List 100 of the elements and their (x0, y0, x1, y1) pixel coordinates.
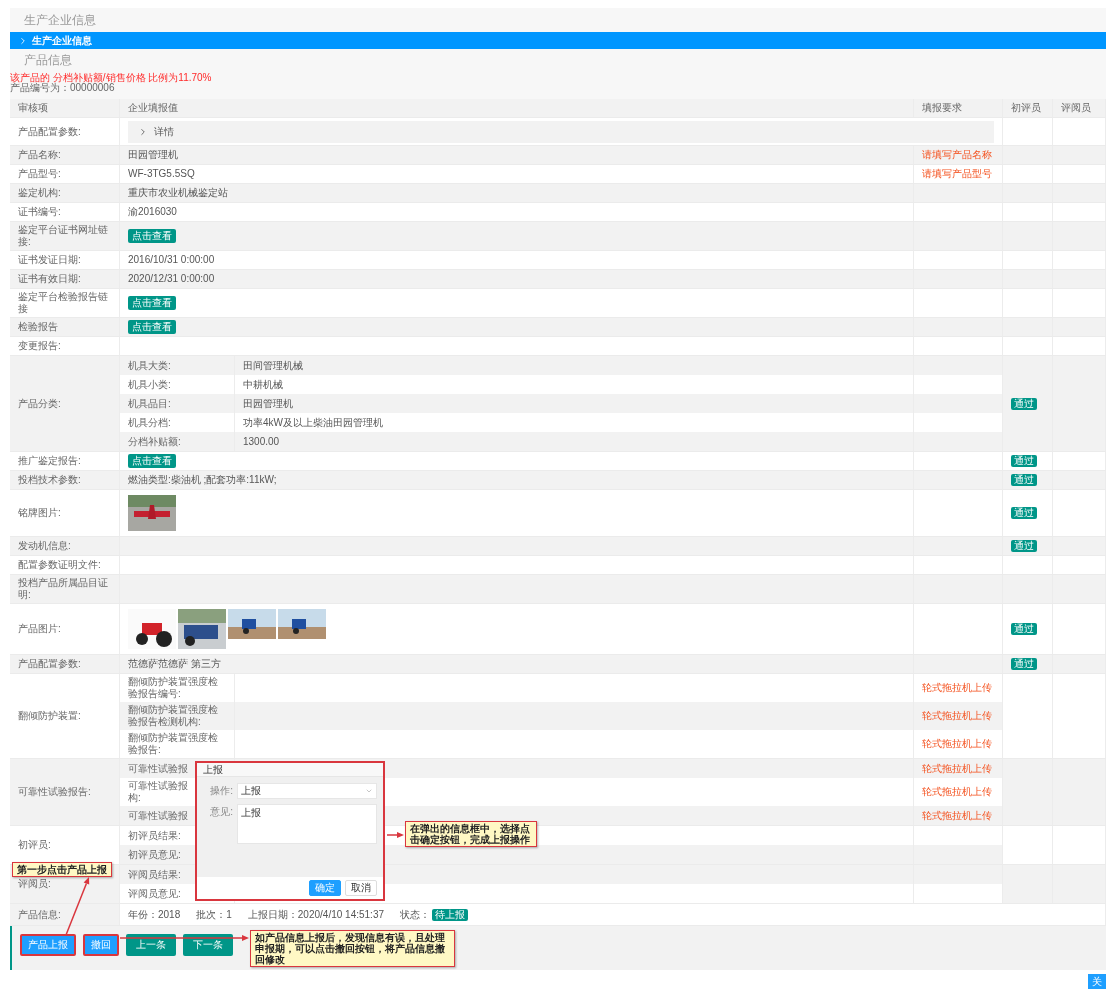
row-label: 产品图片: (18, 623, 61, 635)
field-value: 田园管理机 (243, 397, 293, 410)
sub-label: 翻倾防护装置强度检验报告编号: (128, 676, 219, 700)
sub-label: 翻倾防护装置强度检验报告检测机构: (128, 704, 219, 728)
requirement-text: 轮式拖拉机上传 (922, 809, 992, 822)
row-label: 鉴定平台检验报告链接 (18, 291, 109, 315)
section-header[interactable]: 生产企业信息 (10, 32, 1106, 49)
callout-arrow (386, 832, 404, 838)
sub-label: 初评员意见: (128, 848, 181, 861)
status-badge: 待上报 (432, 908, 468, 921)
photo-placeholder (128, 495, 176, 531)
callout-note: 第一步点击产品上报 (12, 862, 112, 877)
sub-label: 可靠性试验报 (128, 780, 188, 792)
row-label: 变更报告: (18, 340, 61, 352)
sub-label: 评阅员结果: (128, 868, 181, 881)
row-label: 鉴定平台证书网址链接: (18, 224, 109, 248)
column-header: 填报要求 (922, 102, 962, 114)
photo-placeholder (228, 609, 276, 639)
status-badge: 通过 (1011, 455, 1037, 467)
row-label: 评阅员: (18, 878, 51, 890)
field-value: 燃油类型:柴油机 ;配套功率:11kW; (128, 474, 277, 486)
view-link-button[interactable]: 点击查看 (128, 320, 176, 334)
dialog-button[interactable]: 确定 (309, 880, 341, 896)
page-title: 生产企业信息 (23, 12, 97, 29)
row-label: 产品名称: (18, 149, 61, 161)
column-header: 初评员 (1011, 102, 1041, 114)
sub-label: 评阅员意见: (128, 887, 181, 900)
status-badge: 通过 (1011, 658, 1037, 670)
row-label: 证书有效日期: (18, 273, 81, 285)
view-link-button[interactable]: 点击查看 (128, 296, 176, 310)
info-field: 上报日期：2020/4/10 14:51:37 (247, 908, 384, 921)
view-link-button[interactable]: 点击查看 (128, 229, 176, 243)
column-header: 企业填报值 (128, 102, 178, 114)
requirement-text: 轮式拖拉机上传 (922, 762, 992, 775)
info-field: 批次：1 (196, 908, 232, 921)
row-label: 推广鉴定报告: (18, 455, 81, 467)
row-label: 产品配置参数: (18, 658, 81, 670)
details-toggle[interactable]: 详情 (128, 120, 994, 143)
row-label: 产品配置参数: (18, 125, 81, 138)
input-field[interactable]: 上报 (237, 804, 377, 844)
row-label: 翻倾防护装置: (18, 710, 81, 722)
row-label: 产品型号: (18, 168, 61, 180)
field-value: 田园管理机 (128, 149, 178, 161)
field-value: WF-3TG5.5SQ (128, 168, 195, 180)
subsidy-note: 该产品的 分档补贴额/销售价格 比例为11.70% (10, 73, 213, 83)
row-label: 检验报告 (18, 321, 58, 333)
row-label: 产品分类: (18, 397, 61, 410)
sub-label: 分档补贴额: (128, 435, 181, 448)
requirement-text: 请填写产品名称 (922, 149, 992, 161)
status-badge: 通过 (1011, 623, 1037, 635)
select-field[interactable]: 上报 (237, 783, 377, 799)
action-button[interactable]: 上一条 (126, 934, 176, 956)
action-button[interactable]: 撤回 (83, 934, 119, 956)
section-title: 产品信息 (23, 52, 73, 69)
dialog-button[interactable]: 取消 (345, 880, 377, 896)
field-label: 操作: (209, 784, 233, 798)
field-value: 范德萨范德萨 第三方 (128, 658, 221, 670)
dialog-title: 上报 (197, 763, 383, 777)
sub-label: 机具大类: (128, 359, 171, 372)
chevron-icon (18, 35, 28, 46)
row-label: 铭牌图片: (18, 507, 61, 519)
callout-note: 如产品信息上报后，发现信息有误，且处理申报期，可以点击撤回按钮，将产品信息撤回修改 (250, 930, 455, 967)
sub-label: 翻倾防护装置强度检验报告: (128, 732, 219, 756)
close-button[interactable]: 关 (1088, 974, 1106, 989)
photo-placeholder (278, 609, 326, 639)
callout-arrow (65, 877, 90, 936)
sub-label: 可靠性试验报 (128, 809, 188, 822)
requirement-text: 轮式拖拉机上传 (922, 682, 992, 694)
sub-label: 机具小类: (128, 378, 171, 391)
sub-label: 机具品目: (128, 397, 171, 410)
action-button[interactable]: 下一条 (183, 934, 233, 956)
caret-icon (365, 787, 373, 795)
product-number: 产品编号为：00000006 (10, 83, 115, 93)
sub-label: 初评员结果: (128, 829, 181, 842)
column-header: 审核项 (18, 102, 48, 114)
callout-note: 在弹出的信息框中，选择点击确定按钮，完成上报操作 (405, 821, 537, 847)
requirement-text: 轮式拖拉机上传 (922, 786, 992, 798)
field-label: 意见: (209, 805, 233, 819)
photo-placeholder (178, 609, 226, 649)
sub-label: 机具分档: (128, 416, 171, 429)
field-value: 2016/10/31 0:00:00 (128, 254, 215, 266)
action-button[interactable]: 产品上报 (20, 934, 76, 956)
field-value: 渝2016030 (128, 206, 177, 218)
field-value: 功率4kW及以上柴油田园管理机 (243, 416, 383, 429)
chevron-icon (138, 126, 148, 137)
status-badge: 通过 (1011, 540, 1037, 552)
row-label: 证书编号: (18, 206, 61, 218)
row-label: 鉴定机构: (18, 187, 61, 199)
field-value: 重庆市农业机械鉴定站 (128, 187, 228, 199)
field-value: 1300.00 (243, 435, 280, 448)
row-label: 可靠性试验报告: (18, 786, 91, 798)
view-link-button[interactable]: 点击查看 (128, 454, 176, 468)
status-badge: 通过 (1011, 507, 1037, 519)
row-label: 证书发证日期: (18, 254, 81, 266)
status-badge: 通过 (1011, 474, 1037, 486)
sub-label: 构: (128, 792, 142, 804)
row-label: 发动机信息: (18, 540, 71, 552)
column-header: 评阅员 (1061, 102, 1091, 114)
row-label: 投档产品所属品目证明: (18, 577, 109, 601)
status-badge: 通过 (1011, 397, 1037, 410)
